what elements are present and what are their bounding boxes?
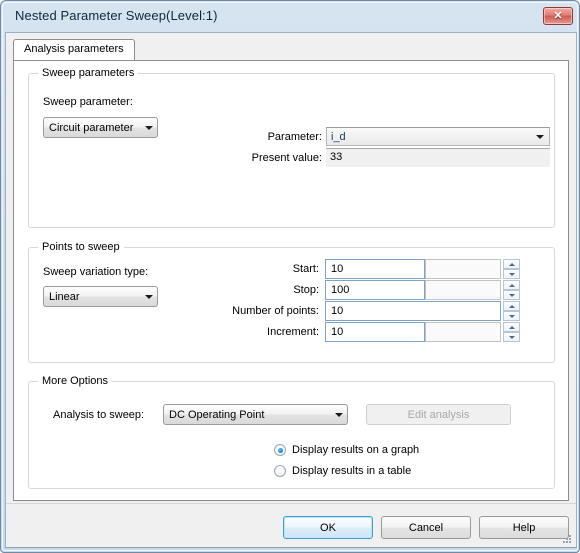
radio-display-in-table[interactable]: Display results in a table bbox=[274, 465, 411, 477]
sweep-parameter-label: Sweep parameter: bbox=[43, 96, 133, 108]
close-icon: ✕ bbox=[553, 9, 563, 22]
start-input[interactable]: 10 bbox=[325, 259, 425, 279]
sweep-variation-type-label: Sweep variation type: bbox=[43, 266, 149, 278]
start-unit-field[interactable] bbox=[425, 259, 501, 279]
increment-unit-field[interactable] bbox=[425, 322, 501, 342]
dialog-window: Nested Parameter Sweep(Level:1) ✕ Analys… bbox=[0, 0, 580, 553]
radio-display-on-graph[interactable]: Display results on a graph bbox=[274, 444, 419, 456]
cancel-button[interactable]: Cancel bbox=[381, 516, 471, 539]
chevron-down-icon bbox=[140, 294, 157, 299]
parameter-label: Parameter: bbox=[267, 131, 322, 143]
increment-label: Increment: bbox=[267, 326, 319, 338]
tab-strip: Analysis parameters bbox=[13, 39, 569, 61]
present-value-field: 33 bbox=[326, 148, 550, 167]
start-spinner-up[interactable] bbox=[503, 259, 520, 269]
title-bar[interactable]: Nested Parameter Sweep(Level:1) ✕ bbox=[3, 3, 579, 31]
parameter-combobox-value: i_d bbox=[331, 130, 346, 143]
sweep-variation-type-combobox[interactable]: Linear bbox=[43, 286, 158, 307]
stop-label: Stop: bbox=[293, 284, 319, 296]
sweep-parameter-combobox[interactable]: Circuit parameter bbox=[43, 117, 158, 138]
analysis-to-sweep-combobox-value: DC Operating Point bbox=[169, 408, 265, 421]
group-points-to-sweep-title: Points to sweep bbox=[38, 241, 124, 253]
increment-input[interactable]: 10 bbox=[325, 322, 425, 342]
edit-analysis-button[interactable]: Edit analysis bbox=[366, 404, 511, 425]
chevron-down-icon bbox=[531, 134, 549, 139]
increment-spinner-down[interactable] bbox=[503, 332, 520, 342]
analysis-to-sweep-label: Analysis to sweep: bbox=[53, 409, 145, 421]
resize-grip[interactable] bbox=[561, 533, 573, 545]
stop-spinner-up[interactable] bbox=[503, 280, 520, 290]
sweep-parameter-combobox-value: Circuit parameter bbox=[49, 121, 134, 134]
stop-unit-field[interactable] bbox=[425, 280, 501, 300]
parameter-combobox[interactable]: i_d bbox=[326, 127, 550, 146]
tab-analysis-parameters[interactable]: Analysis parameters bbox=[13, 39, 135, 61]
chevron-down-icon bbox=[140, 125, 157, 130]
number-of-points-spinner-up[interactable] bbox=[503, 301, 520, 311]
chevron-down-icon bbox=[330, 412, 347, 417]
sweep-variation-type-combobox-value: Linear bbox=[49, 290, 80, 303]
start-spinner-down[interactable] bbox=[503, 269, 520, 279]
analysis-to-sweep-combobox[interactable]: DC Operating Point bbox=[163, 404, 348, 425]
increment-spinner[interactable] bbox=[503, 322, 520, 342]
present-value-label: Present value: bbox=[251, 152, 322, 164]
number-of-points-spinner[interactable] bbox=[503, 301, 520, 321]
start-label: Start: bbox=[292, 263, 319, 275]
help-button[interactable]: Help bbox=[479, 516, 569, 539]
ok-button[interactable]: OK bbox=[283, 516, 373, 539]
start-spinner[interactable] bbox=[503, 259, 520, 279]
number-of-points-spinner-down[interactable] bbox=[503, 311, 520, 321]
close-button[interactable]: ✕ bbox=[543, 7, 573, 25]
radio-display-in-table-label: Display results in a table bbox=[292, 465, 412, 477]
tab-page-analysis-parameters: Sweep parameters Sweep parameter: Circui… bbox=[13, 60, 569, 501]
stop-spinner-down[interactable] bbox=[503, 290, 520, 300]
group-points-to-sweep: Points to sweep Sweep variation type: Li… bbox=[28, 241, 555, 363]
group-more-options: More Options Analysis to sweep: DC Opera… bbox=[28, 375, 555, 489]
group-more-options-title: More Options bbox=[38, 375, 113, 387]
stop-spinner[interactable] bbox=[503, 280, 520, 300]
increment-spinner-up[interactable] bbox=[503, 322, 520, 332]
footer-divider bbox=[6, 503, 576, 504]
radio-unselected-icon bbox=[274, 465, 286, 477]
dialog-client-area: Analysis parameters Sweep parameters Swe… bbox=[5, 32, 577, 548]
number-of-points-label: Number of points: bbox=[232, 305, 319, 317]
radio-selected-icon bbox=[274, 444, 286, 456]
group-sweep-parameters-title: Sweep parameters bbox=[38, 67, 139, 79]
radio-display-on-graph-label: Display results on a graph bbox=[292, 444, 420, 456]
number-of-points-input[interactable]: 10 bbox=[325, 301, 501, 321]
group-sweep-parameters: Sweep parameters Sweep parameter: Circui… bbox=[28, 67, 555, 228]
window-title: Nested Parameter Sweep(Level:1) bbox=[15, 8, 218, 23]
stop-input[interactable]: 100 bbox=[325, 280, 425, 300]
